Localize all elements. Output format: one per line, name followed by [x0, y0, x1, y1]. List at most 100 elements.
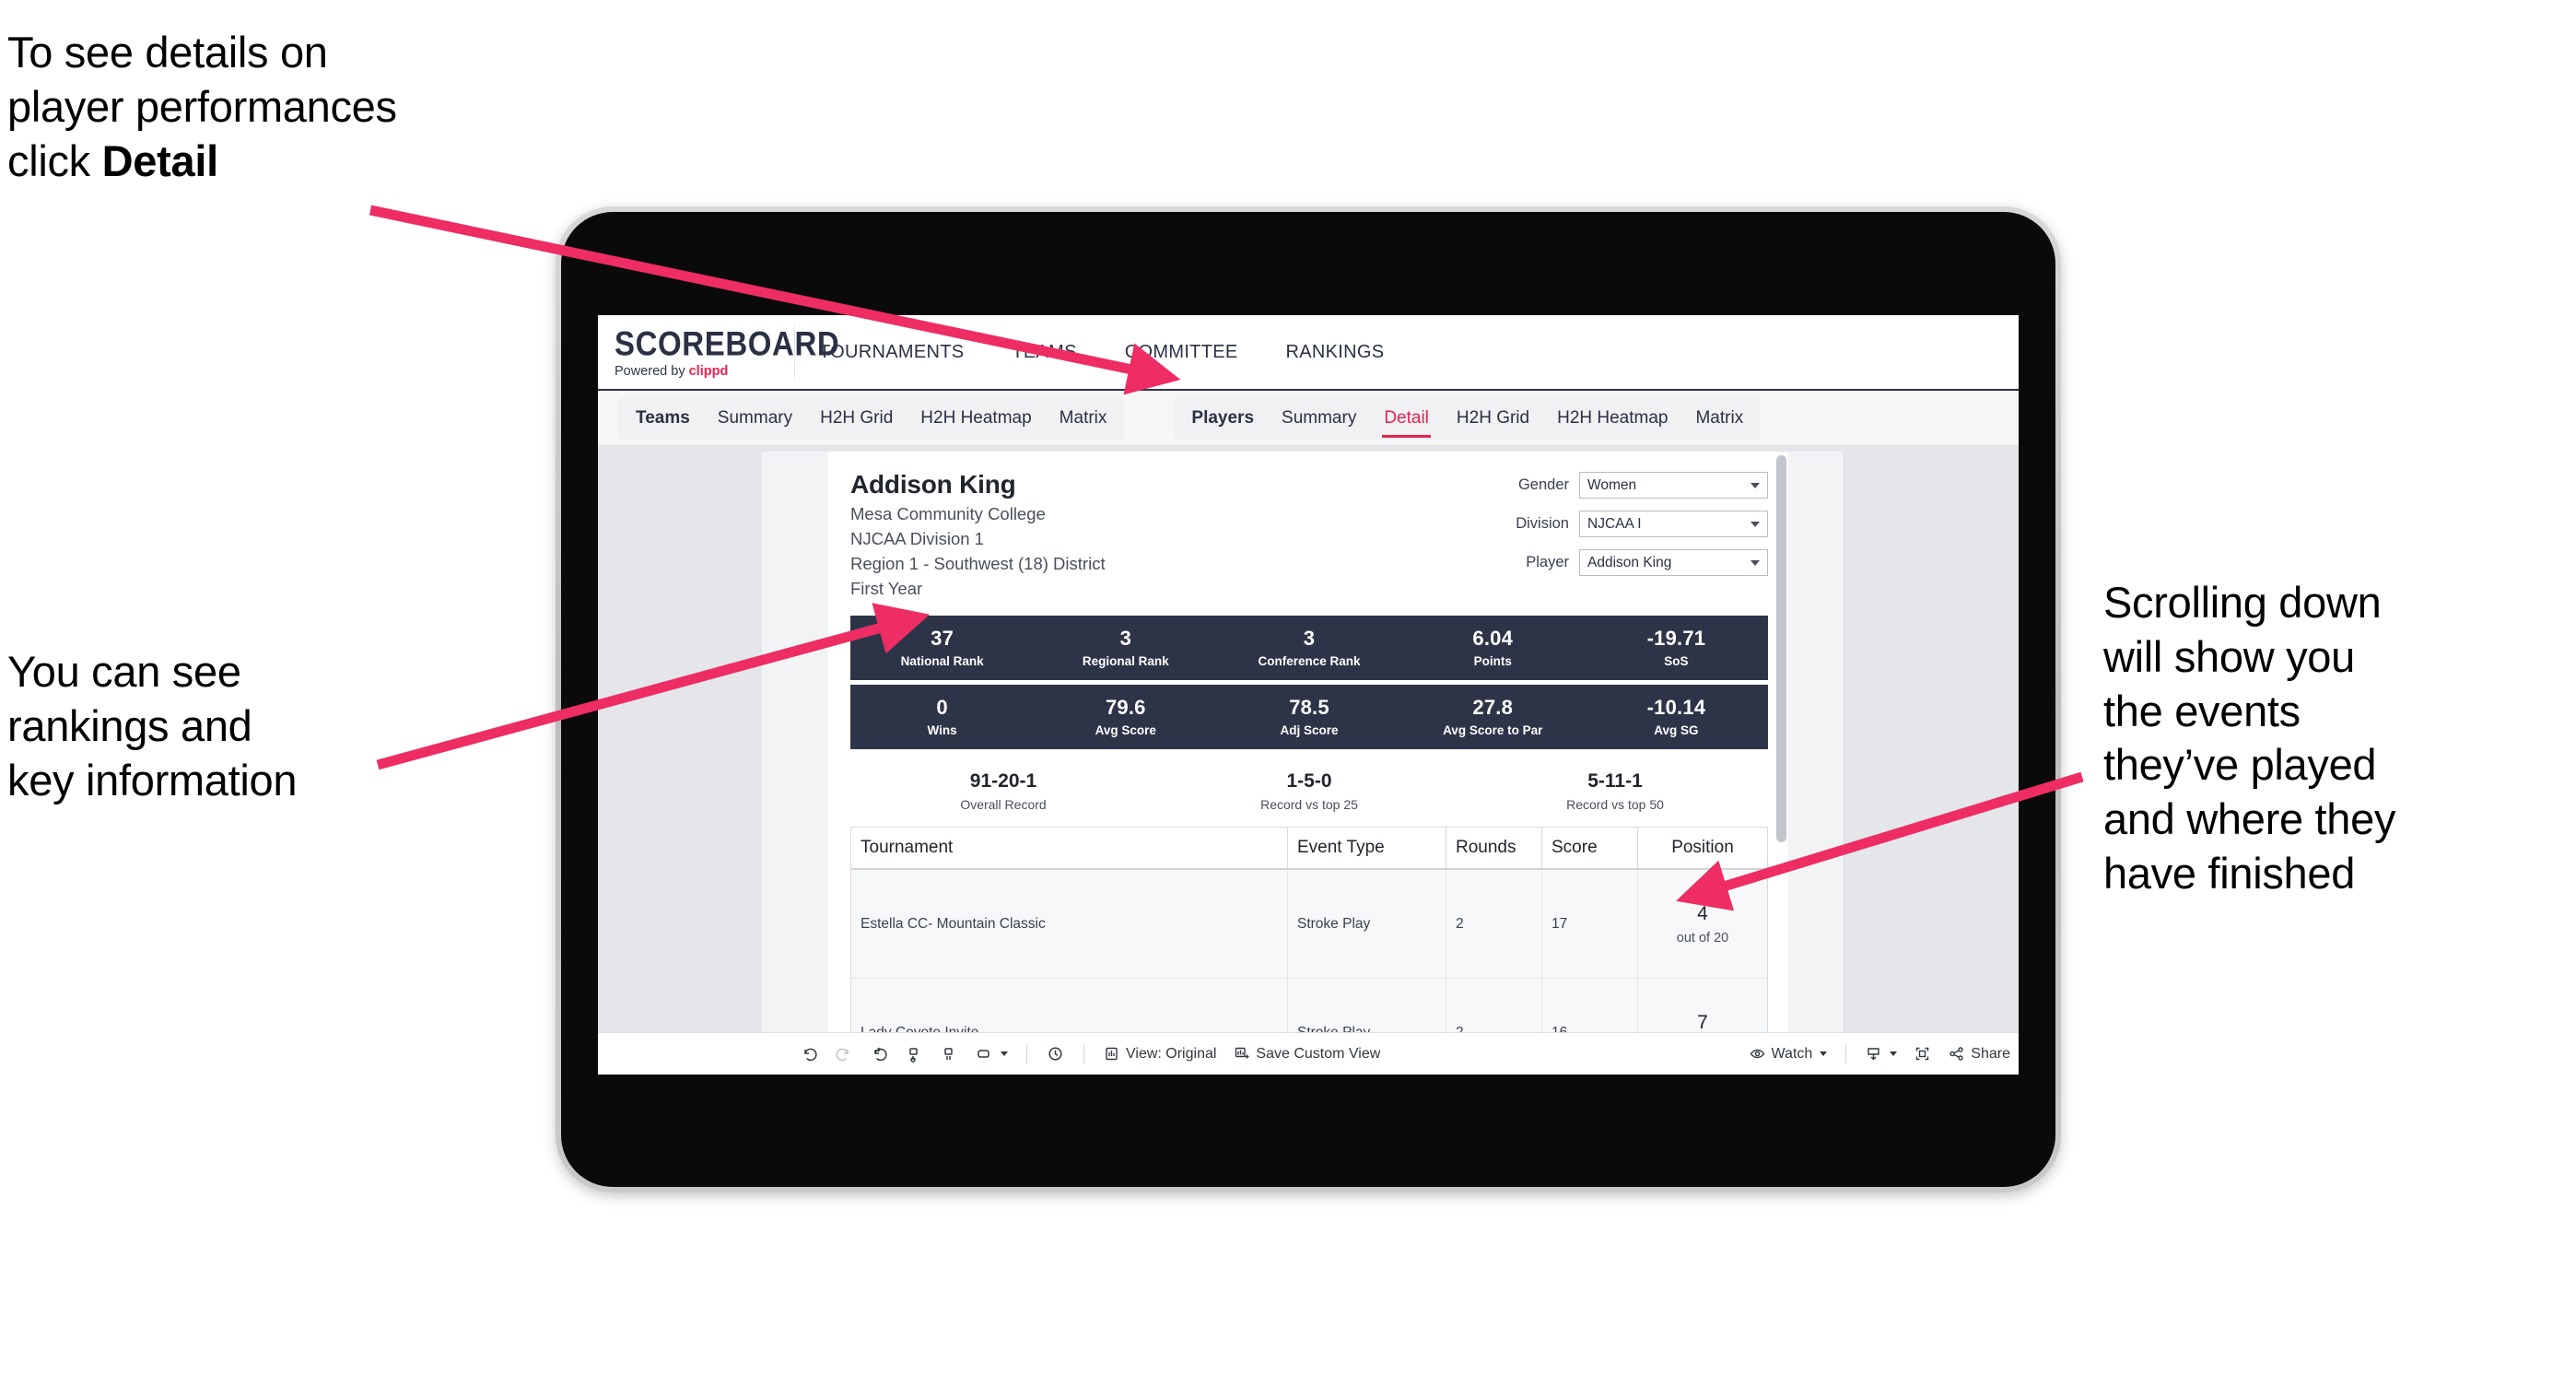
watch-label: Watch [1771, 1045, 1813, 1062]
filter-label-division: Division [1516, 515, 1569, 532]
stat-label: Conference Rank [1258, 654, 1361, 669]
subnav-players-summary[interactable]: Summary [1268, 397, 1370, 440]
brand-logo[interactable]: SCOREBOARD Powered by clippd [615, 323, 840, 379]
refresh-icon [909, 1047, 918, 1063]
annotation-top-left-line3-prefix: click [7, 135, 102, 185]
record-vs-top-25: 1-5-0 Record vs top 25 [1156, 769, 1462, 814]
download-button[interactable] [1856, 1033, 1905, 1075]
eye-icon [1750, 1049, 1764, 1059]
player-header: Addison King Mesa Community College NJCA… [828, 468, 1788, 601]
bottom-toolbar: View: Original Save Custom View Watch Sh… [598, 1032, 2019, 1075]
position-number: 7 [1697, 1012, 1708, 1032]
column-header-position: Position [1638, 828, 1767, 871]
subnav-teams-summary[interactable]: Summary [704, 397, 806, 440]
filter-select-player[interactable]: Addison King [1579, 549, 1768, 576]
subnav-players-label[interactable]: Players [1177, 397, 1268, 440]
stat-label: Avg SG [1654, 723, 1699, 738]
top-nav-committee[interactable]: COMMITTEE [1101, 315, 1262, 389]
record-label: Record vs top 25 [1260, 796, 1358, 812]
dashboard-canvas: Addison King Mesa Community College NJCA… [598, 446, 2019, 1032]
visualization-content: Addison King Mesa Community College NJCA… [828, 452, 1788, 1032]
stat-value: 78.5 [1289, 696, 1329, 720]
tablet-screen: SCOREBOARD Powered by clippd TOURNAMENTS… [598, 315, 2019, 1075]
record-value: 1-5-0 [1286, 769, 1332, 792]
table-row[interactable]: Lady Coyote Invite Stroke Play 2 16 7 ou… [851, 979, 1767, 1032]
new-worksheet-button[interactable] [966, 1033, 1016, 1075]
stat-label: National Rank [900, 654, 984, 669]
top-nav-rankings[interactable]: RANKINGS [1262, 315, 1409, 389]
stat-value: 37 [931, 627, 954, 651]
subnav-teams-h2h-heatmap[interactable]: H2H Heatmap [907, 397, 1045, 440]
filter-select-gender[interactable]: Women [1579, 472, 1768, 499]
chevron-down-icon [1890, 1051, 1898, 1056]
vertical-scrollbar[interactable] [1776, 455, 1786, 1028]
subnav-players-detail[interactable]: Detail [1370, 397, 1443, 440]
stat-avg-score: 79.6 Avg Score [1034, 696, 1217, 738]
save-custom-view-label: Save Custom View [1256, 1045, 1381, 1062]
cell-tournament: Estella CC- Mountain Classic [851, 870, 1288, 980]
player-identity-block: Addison King Mesa Community College NJCA… [850, 468, 1106, 601]
subnav-players-h2h-heatmap[interactable]: H2H Heatmap [1543, 397, 1681, 440]
record-label: Overall Record [960, 796, 1047, 812]
refresh-button[interactable] [896, 1033, 931, 1075]
stats-band-scoring: 0 Wins 79.6 Avg Score 78.5 Adj Score 27.… [850, 685, 1768, 750]
chevron-down-icon [1751, 482, 1760, 488]
annotation-right-line2: will show you [2103, 631, 2355, 681]
stat-avg-score-to-par: 27.8 Avg Score to Par [1401, 696, 1585, 738]
stat-value: 27.8 [1472, 696, 1514, 720]
stat-label: SoS [1664, 654, 1689, 669]
subnav-players-matrix[interactable]: Matrix [1681, 397, 1757, 440]
tablet-device-frame: SCOREBOARD Powered by clippd TOURNAMENTS… [556, 206, 2061, 1192]
save-custom-view-button[interactable]: Save Custom View [1224, 1033, 1388, 1075]
annotation-left: You can see rankings and key information [7, 645, 450, 807]
annotation-right: Scrolling down will show you the events … [2103, 576, 2564, 901]
tournaments-table: Tournament Event Type Rounds Score Posit… [850, 827, 1768, 1032]
subnav-teams-h2h-grid[interactable]: H2H Grid [806, 397, 907, 440]
table-row[interactable]: Estella CC- Mountain Classic Stroke Play… [851, 870, 1767, 980]
stat-value: -10.14 [1646, 696, 1706, 720]
brand-title: SCOREBOARD [615, 323, 840, 362]
subnav-players-h2h-grid[interactable]: H2H Grid [1443, 397, 1543, 440]
table-header-row: Tournament Event Type Rounds Score Posit… [851, 828, 1767, 871]
player-college: Mesa Community College [850, 504, 1046, 524]
records-row: 91-20-1 Overall Record 1-5-0 Record vs t… [850, 764, 1768, 817]
visualization-card: Addison King Mesa Community College NJCA… [762, 452, 1844, 1032]
subnav-teams-matrix[interactable]: Matrix [1046, 397, 1121, 440]
watch-button[interactable]: Watch [1740, 1033, 1836, 1075]
stat-label: Avg Score [1095, 723, 1156, 738]
player-division: NJCAA Division 1 [850, 529, 984, 549]
chevron-down-icon [1001, 1051, 1008, 1056]
scrollbar-thumb[interactable] [1776, 455, 1786, 842]
stat-label: Points [1473, 654, 1512, 669]
cell-rounds: 2 [1446, 870, 1542, 980]
brand-clippd-name: clippd [688, 363, 729, 379]
annotation-left-line1: You can see [7, 647, 241, 696]
share-button[interactable]: Share [1939, 1033, 2019, 1075]
column-header-rounds: Rounds [1446, 828, 1542, 871]
filter-label-player: Player [1526, 554, 1569, 570]
fullscreen-button[interactable] [1905, 1033, 1939, 1075]
pause-auto-updates-button[interactable] [1037, 1033, 1073, 1075]
chevron-down-icon [1751, 559, 1760, 566]
top-nav-teams[interactable]: TEAMS [988, 315, 1100, 389]
annotation-right-line1: Scrolling down [2103, 578, 2382, 627]
filter-row-player: Player Addison King [1464, 549, 1768, 576]
revert-button[interactable] [861, 1033, 896, 1075]
filter-select-division[interactable]: NJCAA I [1579, 511, 1768, 537]
filter-row-gender: Gender Women [1464, 472, 1768, 499]
pause-button[interactable] [931, 1033, 966, 1075]
subnav-teams-label[interactable]: Teams [622, 397, 704, 440]
annotation-top-left: To see details on player performances cl… [7, 26, 597, 188]
record-value: 91-20-1 [969, 769, 1037, 792]
player-name: Addison King [850, 470, 1016, 499]
view-original-button[interactable]: View: Original [1095, 1033, 1224, 1075]
column-header-tournament: Tournament [851, 828, 1288, 871]
stat-conference-rank: 3 Conference Rank [1217, 627, 1400, 669]
stat-value: 79.6 [1105, 696, 1146, 720]
stat-value: 3 [1303, 627, 1316, 651]
position-wrapper: 4 out of 20 [1647, 901, 1758, 946]
filter-panel: Gender Women Division NJCAA I Player Add… [1464, 468, 1768, 601]
stat-national-rank: 37 National Rank [850, 627, 1034, 669]
undo-button[interactable] [791, 1033, 826, 1075]
redo-button[interactable] [826, 1033, 861, 1075]
